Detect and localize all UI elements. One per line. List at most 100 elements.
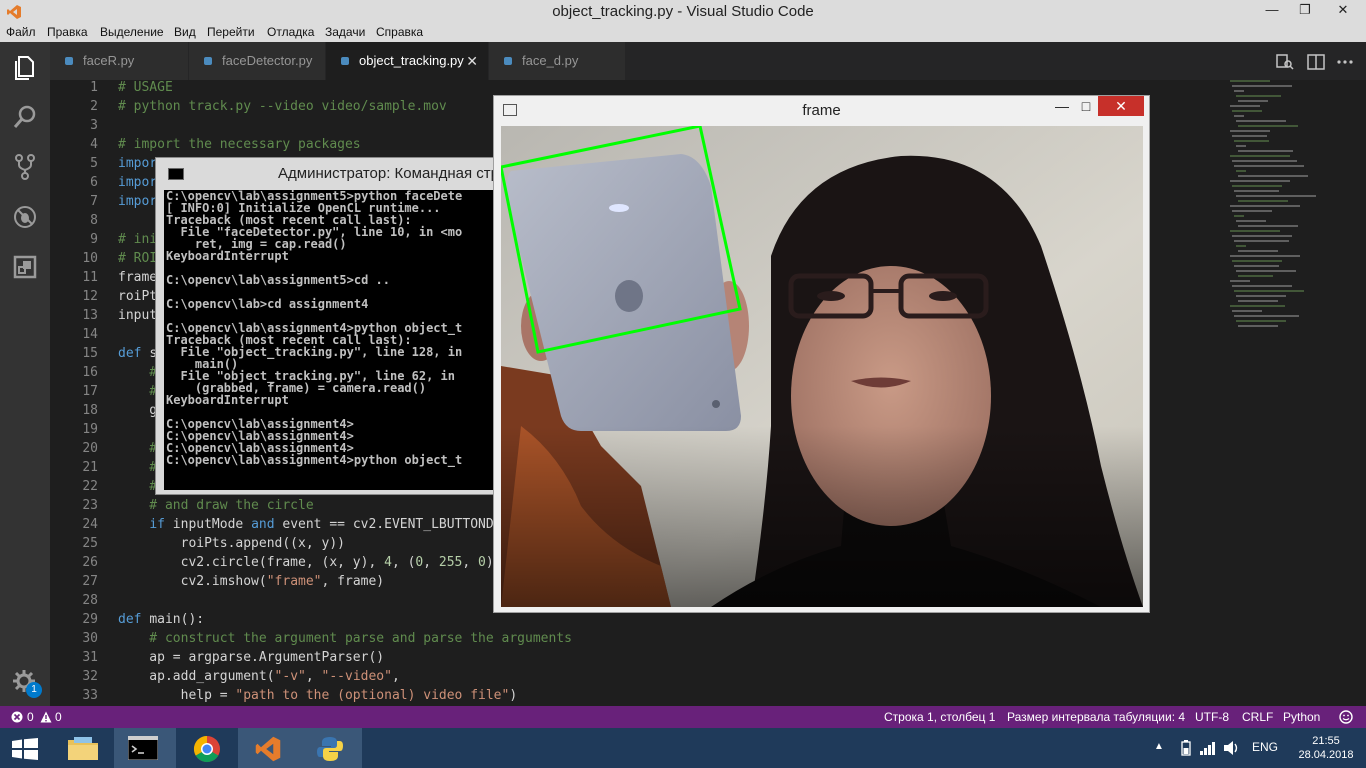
code-line[interactable]: # — [118, 479, 157, 494]
more-actions-icon[interactable] — [1336, 54, 1354, 70]
tray-overflow-icon[interactable]: ▲ — [1154, 741, 1164, 752]
code-line[interactable]: cv2.imshow("frame", frame) — [118, 574, 385, 589]
indentation-setting[interactable]: Размер интервала табуляции: 4 — [1007, 710, 1185, 724]
tab-face-d[interactable]: face_d.py — [489, 42, 625, 80]
language-mode[interactable]: Python — [1283, 710, 1320, 724]
code-line[interactable]: # — [118, 384, 157, 399]
error-icon[interactable] — [11, 711, 23, 723]
line-number: 9 — [90, 232, 98, 247]
maximize-button[interactable]: ❐ — [1288, 0, 1322, 22]
menu-tasks[interactable]: Задачи — [325, 25, 365, 39]
code-line[interactable]: input — [118, 308, 157, 323]
frame-window[interactable]: frame — □ ✕ — [493, 95, 1150, 613]
menu-debug[interactable]: Отладка — [267, 25, 314, 39]
command-prompt-icon — [128, 736, 158, 760]
taskbar-command-prompt[interactable] — [114, 728, 176, 768]
taskbar-python[interactable] — [300, 728, 362, 768]
code-token: inputMode — [164, 517, 252, 532]
code-line[interactable]: # USAGE — [118, 80, 173, 95]
minimap-line — [1230, 130, 1270, 132]
frame-maximize-button[interactable]: □ — [1074, 96, 1098, 116]
frame-minimize-button[interactable]: — — [1050, 96, 1074, 116]
tab-facedetector[interactable]: faceDetector.py — [189, 42, 325, 80]
code-line[interactable]: def s — [118, 346, 157, 361]
command-prompt-window[interactable]: Администратор: Командная стр C:\opencv\l… — [155, 157, 495, 495]
volume-icon[interactable] — [1223, 740, 1241, 756]
feedback-smiley-icon[interactable] — [1338, 710, 1354, 724]
close-button[interactable]: ✕ — [1320, 0, 1366, 22]
code-line[interactable]: impor — [118, 156, 157, 171]
tab-facer[interactable]: faceR.py — [50, 42, 188, 80]
open-changes-icon[interactable] — [1276, 54, 1294, 70]
menu-help[interactable]: Справка — [376, 25, 423, 39]
battery-icon[interactable] — [1181, 740, 1191, 756]
taskbar-chrome[interactable] — [176, 728, 238, 768]
code-line[interactable]: # — [118, 365, 157, 380]
cmd-title-bar[interactable]: Администратор: Командная стр — [156, 158, 494, 190]
editor-tabs: faceR.py faceDetector.py object_tracking… — [50, 42, 1366, 80]
error-count[interactable]: 0 — [27, 710, 34, 724]
code-line[interactable]: if inputMode and event == cv2.EVENT_LBUT… — [118, 517, 501, 532]
code-line[interactable]: # import the necessary packages — [118, 137, 361, 152]
minimap-line — [1234, 115, 1244, 117]
cursor-position[interactable]: Строка 1, столбец 1 — [884, 710, 995, 724]
windows-start-icon[interactable] — [12, 738, 38, 760]
warning-count[interactable]: 0 — [55, 710, 62, 724]
console-line: KeyboardInterrupt — [166, 249, 289, 263]
debug-icon[interactable] — [10, 202, 40, 232]
taskbar-clock[interactable]: 21:55 28.04.2018 — [1296, 734, 1356, 762]
menu-selection[interactable]: Выделение — [100, 25, 164, 39]
screen: object_tracking.py - Visual Studio Code … — [0, 0, 1366, 768]
explorer-icon[interactable] — [10, 52, 40, 82]
code-line[interactable]: def main(): — [118, 612, 204, 627]
code-line[interactable]: # — [118, 441, 157, 456]
minimize-button[interactable]: — — [1255, 0, 1289, 22]
taskbar-vscode[interactable] — [238, 728, 300, 768]
menu-go[interactable]: Перейти — [207, 25, 255, 39]
tab-close-button[interactable]: ✕ — [466, 42, 478, 80]
input-language[interactable]: ENG — [1252, 740, 1278, 754]
split-editor-icon[interactable] — [1307, 54, 1325, 70]
code-line[interactable]: cv2.circle(frame, (x, y), 4, (0, 255, 0)… — [118, 555, 502, 570]
menu-edit[interactable]: Правка — [47, 25, 88, 39]
search-icon[interactable] — [10, 102, 40, 132]
code-line[interactable]: g — [118, 403, 157, 418]
python-file-icon — [204, 57, 212, 65]
cmd-console-output[interactable]: C:\opencv\lab\assignment5>python faceDet… — [164, 190, 494, 490]
code-line[interactable]: # python track.py --video video/sample.m… — [118, 99, 447, 114]
minimap-line — [1232, 310, 1262, 312]
menu-view[interactable]: Вид — [174, 25, 196, 39]
code-line[interactable]: roiPt — [118, 289, 157, 304]
extensions-icon[interactable] — [10, 252, 40, 282]
code-line[interactable]: impor — [118, 194, 157, 209]
code-line[interactable]: # ini — [118, 232, 157, 247]
vscode-taskbar-icon — [255, 736, 281, 762]
code-line[interactable]: impor — [118, 175, 157, 190]
code-line[interactable]: ap = argparse.ArgumentParser() — [118, 650, 384, 665]
code-line[interactable]: # construct the argument parse and parse… — [118, 631, 572, 646]
minimap-line — [1238, 225, 1298, 227]
code-token: # — [118, 460, 158, 475]
tab-object-tracking[interactable]: object_tracking.py ✕ — [326, 42, 488, 80]
code-token: , — [305, 669, 322, 684]
code-line[interactable]: # — [118, 460, 157, 475]
source-control-icon[interactable] — [10, 152, 40, 182]
signal-icon[interactable] — [1199, 741, 1217, 755]
encoding-setting[interactable]: UTF-8 — [1195, 710, 1229, 724]
minimap-line — [1236, 245, 1246, 247]
code-line[interactable]: frame — [118, 270, 157, 285]
code-line[interactable]: roiPts.append((x, y)) — [118, 536, 345, 551]
line-number: 5 — [90, 156, 98, 171]
code-line[interactable]: # and draw the circle — [118, 498, 313, 513]
frame-close-button[interactable]: ✕ — [1098, 96, 1144, 116]
code-line[interactable]: # ROI — [118, 251, 157, 266]
eol-setting[interactable]: CRLF — [1242, 710, 1273, 724]
minimap[interactable] — [1230, 80, 1350, 380]
menu-file[interactable]: Файл — [6, 25, 36, 39]
code-line[interactable]: help = "path to the (optional) video fil… — [118, 688, 518, 703]
warning-icon[interactable] — [40, 711, 52, 723]
minimap-line — [1238, 100, 1268, 102]
code-line[interactable]: ap.add_argument("-v", "--video", — [118, 669, 400, 684]
taskbar-file-explorer[interactable] — [52, 728, 114, 768]
window-title: object_tracking.py - Visual Studio Code — [552, 3, 814, 20]
